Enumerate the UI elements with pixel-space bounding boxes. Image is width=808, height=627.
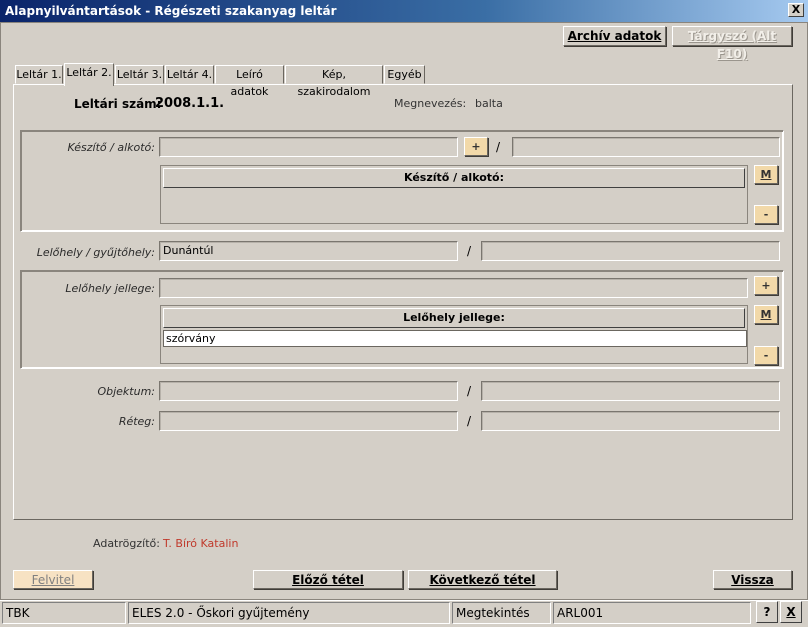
tab-leltar-2[interactable]: Leltár 2. bbox=[64, 63, 114, 86]
creator-separator: / bbox=[496, 140, 501, 154]
inventory-number-value: 2008.1.1. bbox=[155, 96, 225, 111]
site-type-list-item[interactable]: szórvány bbox=[163, 330, 747, 347]
site-secondary-input[interactable] bbox=[481, 241, 780, 261]
tab-kep-szakirodalom[interactable]: Kép, szakirodalom bbox=[285, 65, 383, 98]
creator-label: Készítő / alkotó: bbox=[67, 141, 155, 154]
inventory-number-label: Leltári szám: bbox=[74, 97, 162, 111]
site-type-label: Lelőhely jellege: bbox=[65, 282, 155, 295]
layer-label: Réteg: bbox=[118, 415, 155, 428]
new-record-button[interactable]: Felvitel bbox=[13, 570, 93, 589]
subject-keyword-button[interactable]: Tárgyszó (Alt F10) bbox=[672, 26, 792, 61]
creator-input[interactable] bbox=[159, 137, 458, 157]
object-secondary-input[interactable] bbox=[481, 381, 780, 401]
help-button[interactable]: ? bbox=[756, 601, 778, 623]
layer-separator: / bbox=[467, 414, 472, 428]
layer-secondary-input[interactable] bbox=[481, 411, 780, 431]
site-label: Lelőhely / gyűjtőhely: bbox=[36, 246, 155, 259]
archive-data-button[interactable]: Archív adatok bbox=[563, 26, 666, 46]
creator-m-button[interactable]: M bbox=[754, 165, 778, 184]
creator-remove-button[interactable]: - bbox=[754, 205, 778, 224]
recorder-value: T. Bíró Katalin bbox=[163, 537, 239, 550]
tab-egyeb[interactable]: Egyéb bbox=[384, 65, 425, 84]
site-separator: / bbox=[467, 244, 472, 258]
name-value: balta bbox=[475, 97, 503, 110]
layer-input[interactable] bbox=[159, 411, 458, 431]
site-type-input[interactable] bbox=[159, 278, 748, 298]
status-code: ARL001 bbox=[553, 602, 751, 624]
recorder-label: Adatrögzítő: bbox=[93, 537, 160, 550]
name-label: Megnevezés: bbox=[394, 97, 467, 110]
creator-list-header: Készítő / alkotó: bbox=[163, 168, 745, 188]
tab-leltar-1[interactable]: Leltár 1. bbox=[15, 65, 63, 84]
tab-leltar-3[interactable]: Leltár 3. bbox=[115, 65, 164, 84]
tab-leltar-4[interactable]: Leltár 4. bbox=[165, 65, 214, 84]
window-title-bar: Alapnyilvántartások - Régészeti szakanya… bbox=[0, 0, 808, 22]
window-title: Alapnyilvántartások - Régészeti szakanya… bbox=[5, 4, 337, 18]
object-separator: / bbox=[467, 384, 472, 398]
creator-secondary-input[interactable] bbox=[512, 137, 780, 157]
site-type-list[interactable]: Lelőhely jellege: szórvány bbox=[160, 305, 748, 364]
status-user: TBK bbox=[2, 602, 126, 624]
creator-list[interactable]: Készítő / alkotó: bbox=[160, 165, 748, 224]
site-type-list-header: Lelőhely jellege: bbox=[163, 308, 745, 328]
creator-add-button[interactable]: + bbox=[464, 137, 488, 156]
object-input[interactable] bbox=[159, 381, 458, 401]
status-mode: Megtekintés bbox=[452, 602, 551, 624]
back-button[interactable]: Vissza bbox=[713, 570, 792, 589]
status-collection: ELES 2.0 - Őskori gyűjtemény bbox=[128, 602, 450, 624]
site-input[interactable]: Dunántúl bbox=[159, 241, 458, 261]
window-close-button[interactable]: X bbox=[788, 3, 804, 17]
object-label: Objektum: bbox=[97, 385, 155, 398]
previous-item-button[interactable]: Előző tétel bbox=[253, 570, 403, 589]
site-type-remove-button[interactable]: - bbox=[754, 346, 778, 365]
tab-leiro-adatok[interactable]: Leíró adatok bbox=[215, 65, 284, 98]
next-item-button[interactable]: Következő tétel bbox=[408, 570, 557, 589]
site-type-m-button[interactable]: M bbox=[754, 305, 778, 324]
site-type-add-button[interactable]: + bbox=[754, 276, 778, 295]
status-close-button[interactable]: X bbox=[780, 601, 802, 623]
